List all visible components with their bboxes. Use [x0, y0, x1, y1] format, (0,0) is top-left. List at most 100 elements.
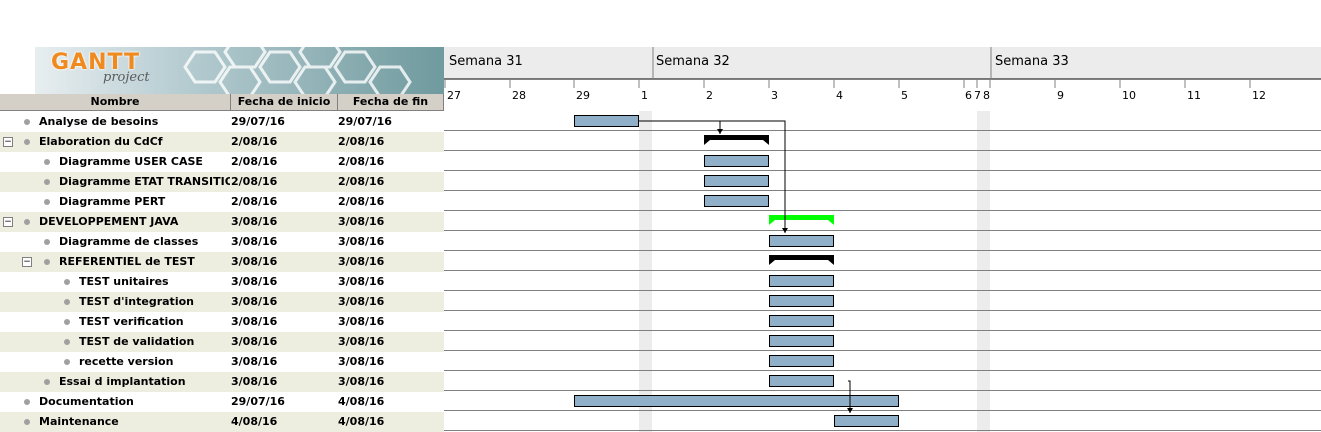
task-bar — [704, 195, 769, 207]
task-end-date[interactable]: 3/08/16 — [338, 212, 443, 232]
task-end-date[interactable]: 3/08/16 — [338, 352, 443, 372]
task-start-date[interactable]: 29/07/16 — [231, 112, 336, 132]
summary-task-bar-end — [704, 140, 710, 145]
task-row[interactable]: − DEVELOPPEMENT JAVA 3/08/16 3/08/16 — [0, 212, 444, 232]
day-label: 28 — [512, 89, 526, 102]
task-end-date[interactable]: 3/08/16 — [338, 372, 443, 392]
task-row[interactable]: TEST de validation 3/08/16 3/08/16 — [0, 332, 444, 352]
task-row[interactable]: Diagramme ETAT TRANSITION 2/08/16 2/08/16 — [0, 172, 444, 192]
task-name[interactable]: Diagramme PERT — [0, 192, 230, 212]
task-name[interactable]: Diagramme de classes — [0, 232, 230, 252]
task-bar — [704, 175, 769, 187]
ganttproject-logo: GANTT project — [35, 47, 444, 94]
task-end-date[interactable]: 3/08/16 — [338, 232, 443, 252]
summary-task-bar — [704, 135, 769, 140]
week-label: Semana 31 — [449, 54, 523, 69]
task-end-date[interactable]: 2/08/16 — [338, 192, 443, 212]
task-name[interactable]: Maintenance — [0, 412, 230, 432]
task-start-date[interactable]: 2/08/16 — [231, 192, 336, 212]
task-row[interactable]: Documentation 29/07/16 4/08/16 — [0, 392, 444, 412]
task-end-date[interactable]: 2/08/16 — [338, 152, 443, 172]
day-label: 7 — [974, 89, 981, 102]
task-name[interactable]: TEST d'integration — [0, 292, 230, 312]
task-end-date[interactable]: 4/08/16 — [338, 392, 443, 412]
task-name[interactable]: TEST unitaires — [0, 272, 230, 292]
task-end-date[interactable]: 3/08/16 — [338, 332, 443, 352]
task-row[interactable]: Analyse de besoins 29/07/16 29/07/16 — [0, 112, 444, 132]
task-name[interactable]: REFERENTIEL de TEST — [0, 252, 230, 272]
task-end-date[interactable]: 3/08/16 — [338, 312, 443, 332]
task-start-date[interactable]: 2/08/16 — [231, 132, 336, 152]
task-bar — [574, 115, 639, 127]
task-start-date[interactable]: 3/08/16 — [231, 272, 336, 292]
gantt-chart-area[interactable]: Semana 31 Semana 32 Semana 33 27 28 29 1 2 3 4 5 6 7… — [444, 0, 1321, 432]
task-row[interactable]: recette version 3/08/16 3/08/16 — [0, 352, 444, 372]
day-label: 10 — [1122, 89, 1136, 102]
task-end-date[interactable]: 3/08/16 — [338, 272, 443, 292]
day-label: 6 — [965, 89, 972, 102]
task-bar — [769, 275, 834, 287]
task-name[interactable]: Diagramme USER CASE — [0, 152, 230, 172]
task-start-date[interactable]: 3/08/16 — [231, 212, 336, 232]
column-header-start[interactable]: Fecha de inicio — [231, 94, 338, 111]
task-end-date[interactable]: 2/08/16 — [338, 132, 443, 152]
task-bar — [769, 295, 834, 307]
task-start-date[interactable]: 2/08/16 — [231, 152, 336, 172]
task-bar — [834, 415, 899, 427]
task-name[interactable]: DEVELOPPEMENT JAVA — [0, 212, 230, 232]
day-label: 5 — [901, 89, 908, 102]
task-name[interactable]: recette version — [0, 352, 230, 372]
weekend-shade — [977, 111, 990, 432]
task-start-date[interactable]: 3/08/16 — [231, 372, 336, 392]
summary-task-bar-end — [828, 220, 834, 225]
task-start-date[interactable]: 3/08/16 — [231, 312, 336, 332]
task-name[interactable]: Documentation — [0, 392, 230, 412]
task-row[interactable]: Diagramme de classes 3/08/16 3/08/16 — [0, 232, 444, 252]
task-table-panel: GANTT project Nombre Fecha de inicio Fec… — [0, 0, 444, 432]
task-name[interactable]: TEST verification — [0, 312, 230, 332]
task-end-date[interactable]: 3/08/16 — [338, 292, 443, 312]
column-header-end[interactable]: Fecha de fin — [338, 94, 444, 111]
task-start-date[interactable]: 3/08/16 — [231, 252, 336, 272]
day-label: 4 — [836, 89, 843, 102]
task-start-date[interactable]: 3/08/16 — [231, 292, 336, 312]
task-row[interactable]: Maintenance 4/08/16 4/08/16 — [0, 412, 444, 432]
task-bar — [769, 355, 834, 367]
task-start-date[interactable]: 3/08/16 — [231, 352, 336, 372]
column-header-name[interactable]: Nombre — [0, 94, 231, 111]
task-start-date[interactable]: 2/08/16 — [231, 172, 336, 192]
task-row[interactable]: Essai d implantation 3/08/16 3/08/16 — [0, 372, 444, 392]
task-end-date[interactable]: 29/07/16 — [338, 112, 443, 132]
day-label: 1 — [641, 89, 648, 102]
task-row[interactable]: TEST d'integration 3/08/16 3/08/16 — [0, 292, 444, 312]
summary-task-bar-end — [763, 140, 769, 145]
task-bar — [769, 375, 834, 387]
task-row[interactable]: TEST verification 3/08/16 3/08/16 — [0, 312, 444, 332]
dependency-arrow-head — [717, 129, 723, 134]
task-start-date[interactable]: 3/08/16 — [231, 332, 336, 352]
task-row[interactable]: − Elaboration du CdCf 2/08/16 2/08/16 — [0, 132, 444, 152]
day-label: 11 — [1187, 89, 1201, 102]
summary-task-bar — [769, 255, 834, 260]
task-row[interactable]: − REFERENTIEL de TEST 3/08/16 3/08/16 — [0, 252, 444, 272]
task-name[interactable]: Essai d implantation — [0, 372, 230, 392]
task-start-date[interactable]: 29/07/16 — [231, 392, 336, 412]
day-label: 3 — [771, 89, 778, 102]
task-name[interactable]: TEST de validation — [0, 332, 230, 352]
gantt-chart-svg — [444, 47, 1321, 432]
task-start-date[interactable]: 4/08/16 — [231, 412, 336, 432]
day-label: 27 — [447, 89, 461, 102]
task-row[interactable]: Diagramme USER CASE 2/08/16 2/08/16 — [0, 152, 444, 172]
task-bar — [769, 235, 834, 247]
weekend-shade — [639, 111, 652, 432]
task-end-date[interactable]: 3/08/16 — [338, 252, 443, 272]
task-name[interactable]: Analyse de besoins — [0, 112, 230, 132]
task-start-date[interactable]: 3/08/16 — [231, 232, 336, 252]
task-end-date[interactable]: 4/08/16 — [338, 412, 443, 432]
task-end-date[interactable]: 2/08/16 — [338, 172, 443, 192]
task-row[interactable]: TEST unitaires 3/08/16 3/08/16 — [0, 272, 444, 292]
task-name[interactable]: Elaboration du CdCf — [0, 132, 230, 152]
timeline-week-header — [444, 47, 1321, 79]
task-row[interactable]: Diagramme PERT 2/08/16 2/08/16 — [0, 192, 444, 212]
task-name[interactable]: Diagramme ETAT TRANSITION — [0, 172, 230, 192]
